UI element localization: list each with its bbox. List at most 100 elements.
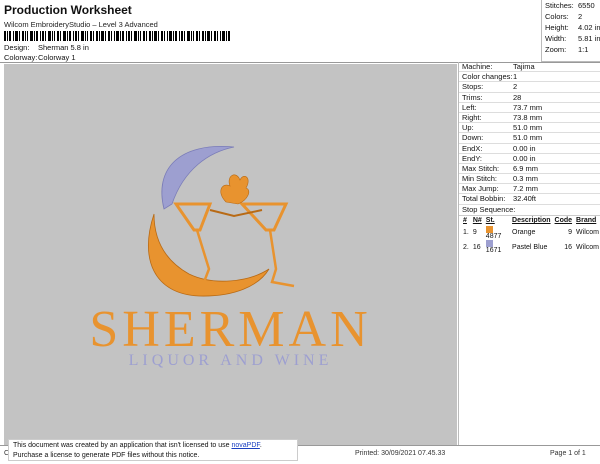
design-row: Design: Sherman 5.8 in xyxy=(4,43,89,52)
needle-num: 16 xyxy=(472,243,481,251)
design-preview: SHERMAN LIQUOR AND WINE xyxy=(4,64,457,445)
info-label: EndX: xyxy=(462,143,483,153)
color-code: 16 xyxy=(564,243,573,251)
color-description: Orange xyxy=(512,229,536,237)
software-name: Wilcom EmbroideryStudio – Level 3 Advanc… xyxy=(4,20,158,29)
page-number: Page 1 of 1 xyxy=(550,450,586,457)
colorway-row: Colorway:Colorway 1 xyxy=(4,53,76,62)
top-stats-panel: Stitches: 6550 Colors: 2 Height: 4.02 in Wi… xyxy=(541,0,600,62)
info-value: 0.3 mm xyxy=(513,174,539,184)
info-row: Color changes: 1 xyxy=(459,72,600,83)
info-row: Max Jump: 7.2 mm xyxy=(459,184,600,195)
column-header: Code xyxy=(554,217,573,225)
stop-sequence-title: Stop Sequence: xyxy=(459,205,600,216)
color-description: Pastel Blue xyxy=(512,243,548,251)
info-value: 51.0 mm xyxy=(513,123,543,133)
stitch-value: 1671 xyxy=(485,247,502,255)
column-header: # xyxy=(463,217,467,225)
stat-row: Colors: 2 xyxy=(542,11,600,22)
design-value: Sherman 5.8 in xyxy=(38,43,89,52)
right-glass-stem xyxy=(268,229,295,288)
stitch-count: 1671 xyxy=(484,239,510,255)
stat-row: Height: 4.02 in xyxy=(542,22,600,33)
stat-label: Zoom: xyxy=(545,45,567,54)
info-label: Color changes: xyxy=(462,72,513,82)
license-notice: This document was created by an applicat… xyxy=(8,439,298,461)
info-label: Max Jump: xyxy=(462,184,499,194)
info-label: Trims: xyxy=(462,92,483,102)
info-label: Total Bobbin: xyxy=(462,194,506,204)
needle-num: 9 xyxy=(472,229,477,237)
brand: Wilcom xyxy=(576,229,599,237)
info-row: Max Stitch: 6.9 mm xyxy=(459,163,600,175)
info-row: EndY: 0.00 in xyxy=(459,154,600,164)
page-title: Production Worksheet xyxy=(4,3,132,17)
info-row: Stops: 2 xyxy=(459,82,600,93)
notice-text: . xyxy=(259,442,262,449)
sherman-logo xyxy=(147,146,295,297)
table-row: 2. 16 1671 Pastel Blue 16 Wilcom xyxy=(461,239,600,255)
info-value: 0.00 in xyxy=(513,143,536,153)
info-value: 0.00 in xyxy=(513,153,536,163)
info-value: 73.8 mm xyxy=(513,112,543,122)
stat-value: 4.02 in xyxy=(578,23,600,32)
info-label: Down: xyxy=(462,133,484,143)
novapdf-link[interactable]: novaPDF xyxy=(231,442,259,449)
info-value: Tajima xyxy=(513,62,535,71)
stat-label: Width: xyxy=(545,34,567,43)
logo-word: SHERMAN xyxy=(89,301,372,358)
info-value: 2 xyxy=(513,82,518,92)
brand: Wilcom xyxy=(576,243,599,251)
stat-label: Height: xyxy=(545,23,569,32)
info-label: Min Stitch: xyxy=(462,174,498,184)
stat-label: Stitches: xyxy=(545,1,574,10)
colorway-value: Colorway 1 xyxy=(38,53,76,62)
barcode xyxy=(4,31,230,41)
info-row: Up: 51.0 mm xyxy=(459,123,600,134)
design-label: Design: xyxy=(4,43,30,52)
stat-value: 5.81 in xyxy=(578,34,600,43)
info-row: Left: 73.7 mm xyxy=(459,103,600,113)
table-row: 1. 9 4877 Orange 9 Wilcom xyxy=(461,225,600,240)
stat-row: Width: 5.81 in xyxy=(542,33,600,44)
info-value: 32.40ft xyxy=(513,194,536,204)
splash xyxy=(220,174,250,205)
info-row: Trims: 28 xyxy=(459,93,600,103)
info-label: Max Stitch: xyxy=(462,163,500,173)
info-value: 1 xyxy=(513,72,518,82)
left-glass xyxy=(173,202,213,232)
table-header-row: # N# St. Description Code Brand xyxy=(461,216,600,226)
info-value: 73.7 mm xyxy=(513,102,543,112)
left-glass-stem xyxy=(195,229,220,288)
info-label: Left: xyxy=(462,102,477,112)
info-label: Stops: xyxy=(462,82,484,92)
column-header: N# xyxy=(472,217,482,225)
info-label: Up: xyxy=(462,123,474,133)
info-row: EndX: 0.00 in xyxy=(459,144,600,154)
notice-text: This document was created by an applicat… xyxy=(13,442,232,449)
printed-date: Printed: 30/09/2021 07.45.33 xyxy=(355,450,446,457)
info-row: Right: 73.8 mm xyxy=(459,112,600,124)
notice-line-2: Purchase a license to generate PDF files… xyxy=(13,452,200,459)
stat-value: 6550 xyxy=(578,1,595,10)
stat-row: Zoom: 1:1 xyxy=(542,44,600,55)
column-header: Brand xyxy=(576,217,597,225)
color-swatch xyxy=(485,225,493,233)
stat-label: Colors: xyxy=(545,12,569,21)
info-label: EndY: xyxy=(462,153,483,163)
stop-num: 1. xyxy=(463,229,469,237)
info-row: Machine: Tajima xyxy=(459,62,600,73)
info-row: Down: 51.0 mm xyxy=(459,133,600,144)
stop-num: 2. xyxy=(463,243,469,251)
info-label: Right: xyxy=(462,112,482,122)
right-glass xyxy=(238,202,289,232)
notice-line-1: This document was created by an applicat… xyxy=(13,441,293,451)
blue-crescent xyxy=(161,146,235,210)
color-code: 9 xyxy=(568,229,573,237)
info-label: Machine: xyxy=(462,62,493,71)
info-value: 28 xyxy=(513,92,522,102)
stop-sequence-table: # N# St. Description Code Brand 1. 9 487… xyxy=(461,216,600,255)
column-header: St. xyxy=(485,217,495,225)
info-row: Min Stitch: 0.3 mm xyxy=(459,174,600,185)
info-row: Total Bobbin: 32.40ft xyxy=(459,194,600,205)
